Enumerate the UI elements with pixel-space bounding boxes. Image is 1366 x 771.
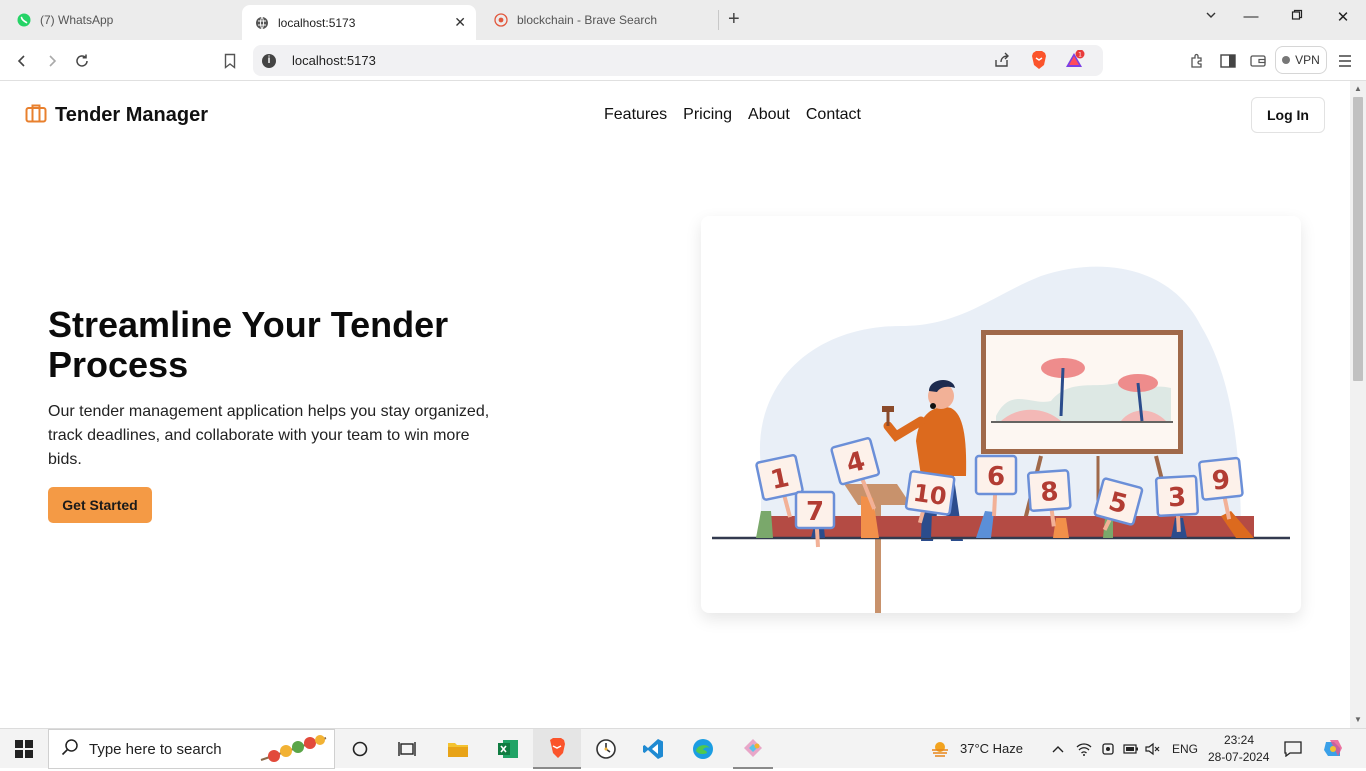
login-button[interactable]: Log In — [1251, 97, 1325, 133]
clock-date[interactable]: 28-07-2024 — [1208, 750, 1269, 764]
nav-link-features[interactable]: Features — [604, 106, 667, 124]
reload-icon[interactable] — [70, 49, 94, 73]
scroll-down-icon[interactable]: ▼ — [1354, 715, 1362, 724]
browser-toolbar: i localhost:5173 1 VPN — [0, 40, 1366, 81]
volume-muted-icon[interactable] — [1143, 729, 1163, 769]
main-nav: Features Pricing About Contact — [604, 106, 861, 124]
clock-time[interactable]: 23:24 — [1224, 733, 1254, 747]
meet-now-icon[interactable] — [1098, 729, 1118, 769]
brave-rewards-icon[interactable]: 1 — [1064, 49, 1086, 75]
cortana-icon[interactable] — [345, 729, 375, 769]
vscode-icon[interactable] — [635, 729, 671, 769]
bid-number: 7 — [806, 497, 824, 527]
edge-icon[interactable] — [685, 729, 721, 769]
menu-icon[interactable] — [1333, 49, 1357, 73]
nav-link-pricing[interactable]: Pricing — [683, 106, 732, 124]
site-info-icon[interactable]: i — [262, 53, 276, 68]
brave-search-icon — [493, 12, 509, 28]
brave-browser-icon[interactable] — [533, 729, 581, 769]
extensions-icon[interactable] — [1185, 49, 1209, 73]
back-icon[interactable] — [10, 49, 34, 73]
get-started-button[interactable]: Get Started — [48, 487, 152, 523]
search-icon — [61, 738, 79, 761]
bid-number: 3 — [1167, 482, 1187, 513]
address-bar[interactable]: i localhost:5173 1 — [253, 45, 1103, 76]
vpn-button[interactable]: VPN — [1275, 46, 1327, 74]
svg-text:1: 1 — [1078, 52, 1082, 59]
input-language[interactable]: ENG — [1172, 742, 1198, 756]
brave-shields-icon[interactable] — [1030, 50, 1048, 75]
windows-start-icon[interactable] — [0, 729, 48, 769]
search-placeholder: Type here to search — [89, 740, 222, 758]
search-highlight-image — [256, 732, 330, 771]
tab-whatsapp[interactable]: (7) WhatsApp — [4, 5, 240, 35]
wallet-icon[interactable] — [1246, 49, 1270, 73]
new-tab-button[interactable]: + — [728, 9, 740, 29]
notifications-icon[interactable] — [1280, 729, 1306, 769]
tab-title: blockchain - Brave Search — [517, 13, 658, 27]
excel-icon[interactable] — [490, 729, 526, 769]
bid-number: 9 — [1211, 465, 1232, 497]
tab-title: (7) WhatsApp — [40, 13, 114, 27]
battery-icon[interactable] — [1121, 729, 1141, 769]
vpn-label: VPN — [1295, 53, 1320, 67]
copilot-icon[interactable] — [1318, 729, 1348, 769]
scroll-thumb[interactable] — [1353, 97, 1363, 381]
file-explorer-icon[interactable] — [440, 729, 476, 769]
globe-icon — [254, 15, 270, 31]
browser-tab-bar: (7) WhatsApp localhost:5173 ✕ blockchain… — [0, 0, 1366, 40]
tab-divider — [718, 10, 719, 30]
page-scrollbar[interactable]: ▲ ▼ — [1350, 81, 1366, 728]
wifi-icon[interactable] — [1074, 729, 1094, 769]
nav-link-contact[interactable]: Contact — [806, 106, 861, 124]
url-text: localhost:5173 — [292, 53, 376, 68]
nav-link-about[interactable]: About — [748, 106, 790, 124]
bookmark-icon[interactable] — [218, 49, 242, 73]
briefcase-icon — [25, 103, 47, 128]
tray-chevron-up-icon[interactable] — [1048, 729, 1068, 769]
share-icon[interactable] — [993, 51, 1011, 74]
close-tab-icon[interactable]: ✕ — [454, 14, 466, 31]
scroll-up-icon[interactable]: ▲ — [1354, 84, 1362, 93]
tab-search-chevron-icon[interactable] — [1199, 8, 1223, 25]
windows-taskbar: Type here to search 37°C Haze ENG 23:24 … — [0, 728, 1366, 769]
brand-name: Tender Manager — [55, 104, 208, 126]
minimize-icon[interactable]: — — [1239, 8, 1263, 25]
clock-app-icon[interactable] — [588, 729, 624, 769]
tab-localhost[interactable]: localhost:5173 ✕ — [242, 5, 476, 40]
tab-title: localhost:5173 — [278, 15, 356, 30]
bid-number: 10 — [911, 479, 948, 511]
vpn-status-icon — [1282, 56, 1291, 64]
bid-number: 8 — [1039, 477, 1059, 508]
hero-title: Streamline Your Tender Process — [48, 304, 449, 385]
close-window-icon[interactable]: ✕ — [1331, 8, 1355, 26]
site-brand[interactable]: Tender Manager — [25, 103, 208, 128]
whatsapp-icon — [16, 12, 32, 28]
auction-illustration: 1 7 4 10 6 8 5 3 9 — [712, 266, 1290, 613]
hero-description: Our tender management application helps … — [48, 403, 490, 468]
bid-number: 6 — [987, 462, 1005, 492]
taskbar-search-input[interactable]: Type here to search — [48, 729, 335, 769]
task-view-icon[interactable] — [392, 729, 422, 769]
tab-brave-search[interactable]: blockchain - Brave Search — [481, 5, 717, 35]
git-app-icon[interactable] — [733, 729, 773, 769]
weather-text[interactable]: 37°C Haze — [960, 741, 1023, 756]
restore-icon[interactable] — [1285, 8, 1309, 25]
sidebar-icon[interactable] — [1216, 49, 1240, 73]
forward-icon[interactable] — [40, 49, 64, 73]
web-page: Tender Manager Features Pricing About Co… — [0, 81, 1350, 728]
weather-haze-icon[interactable] — [928, 729, 952, 769]
hero-illustration-card: 1 7 4 10 6 8 5 3 9 — [701, 216, 1301, 613]
